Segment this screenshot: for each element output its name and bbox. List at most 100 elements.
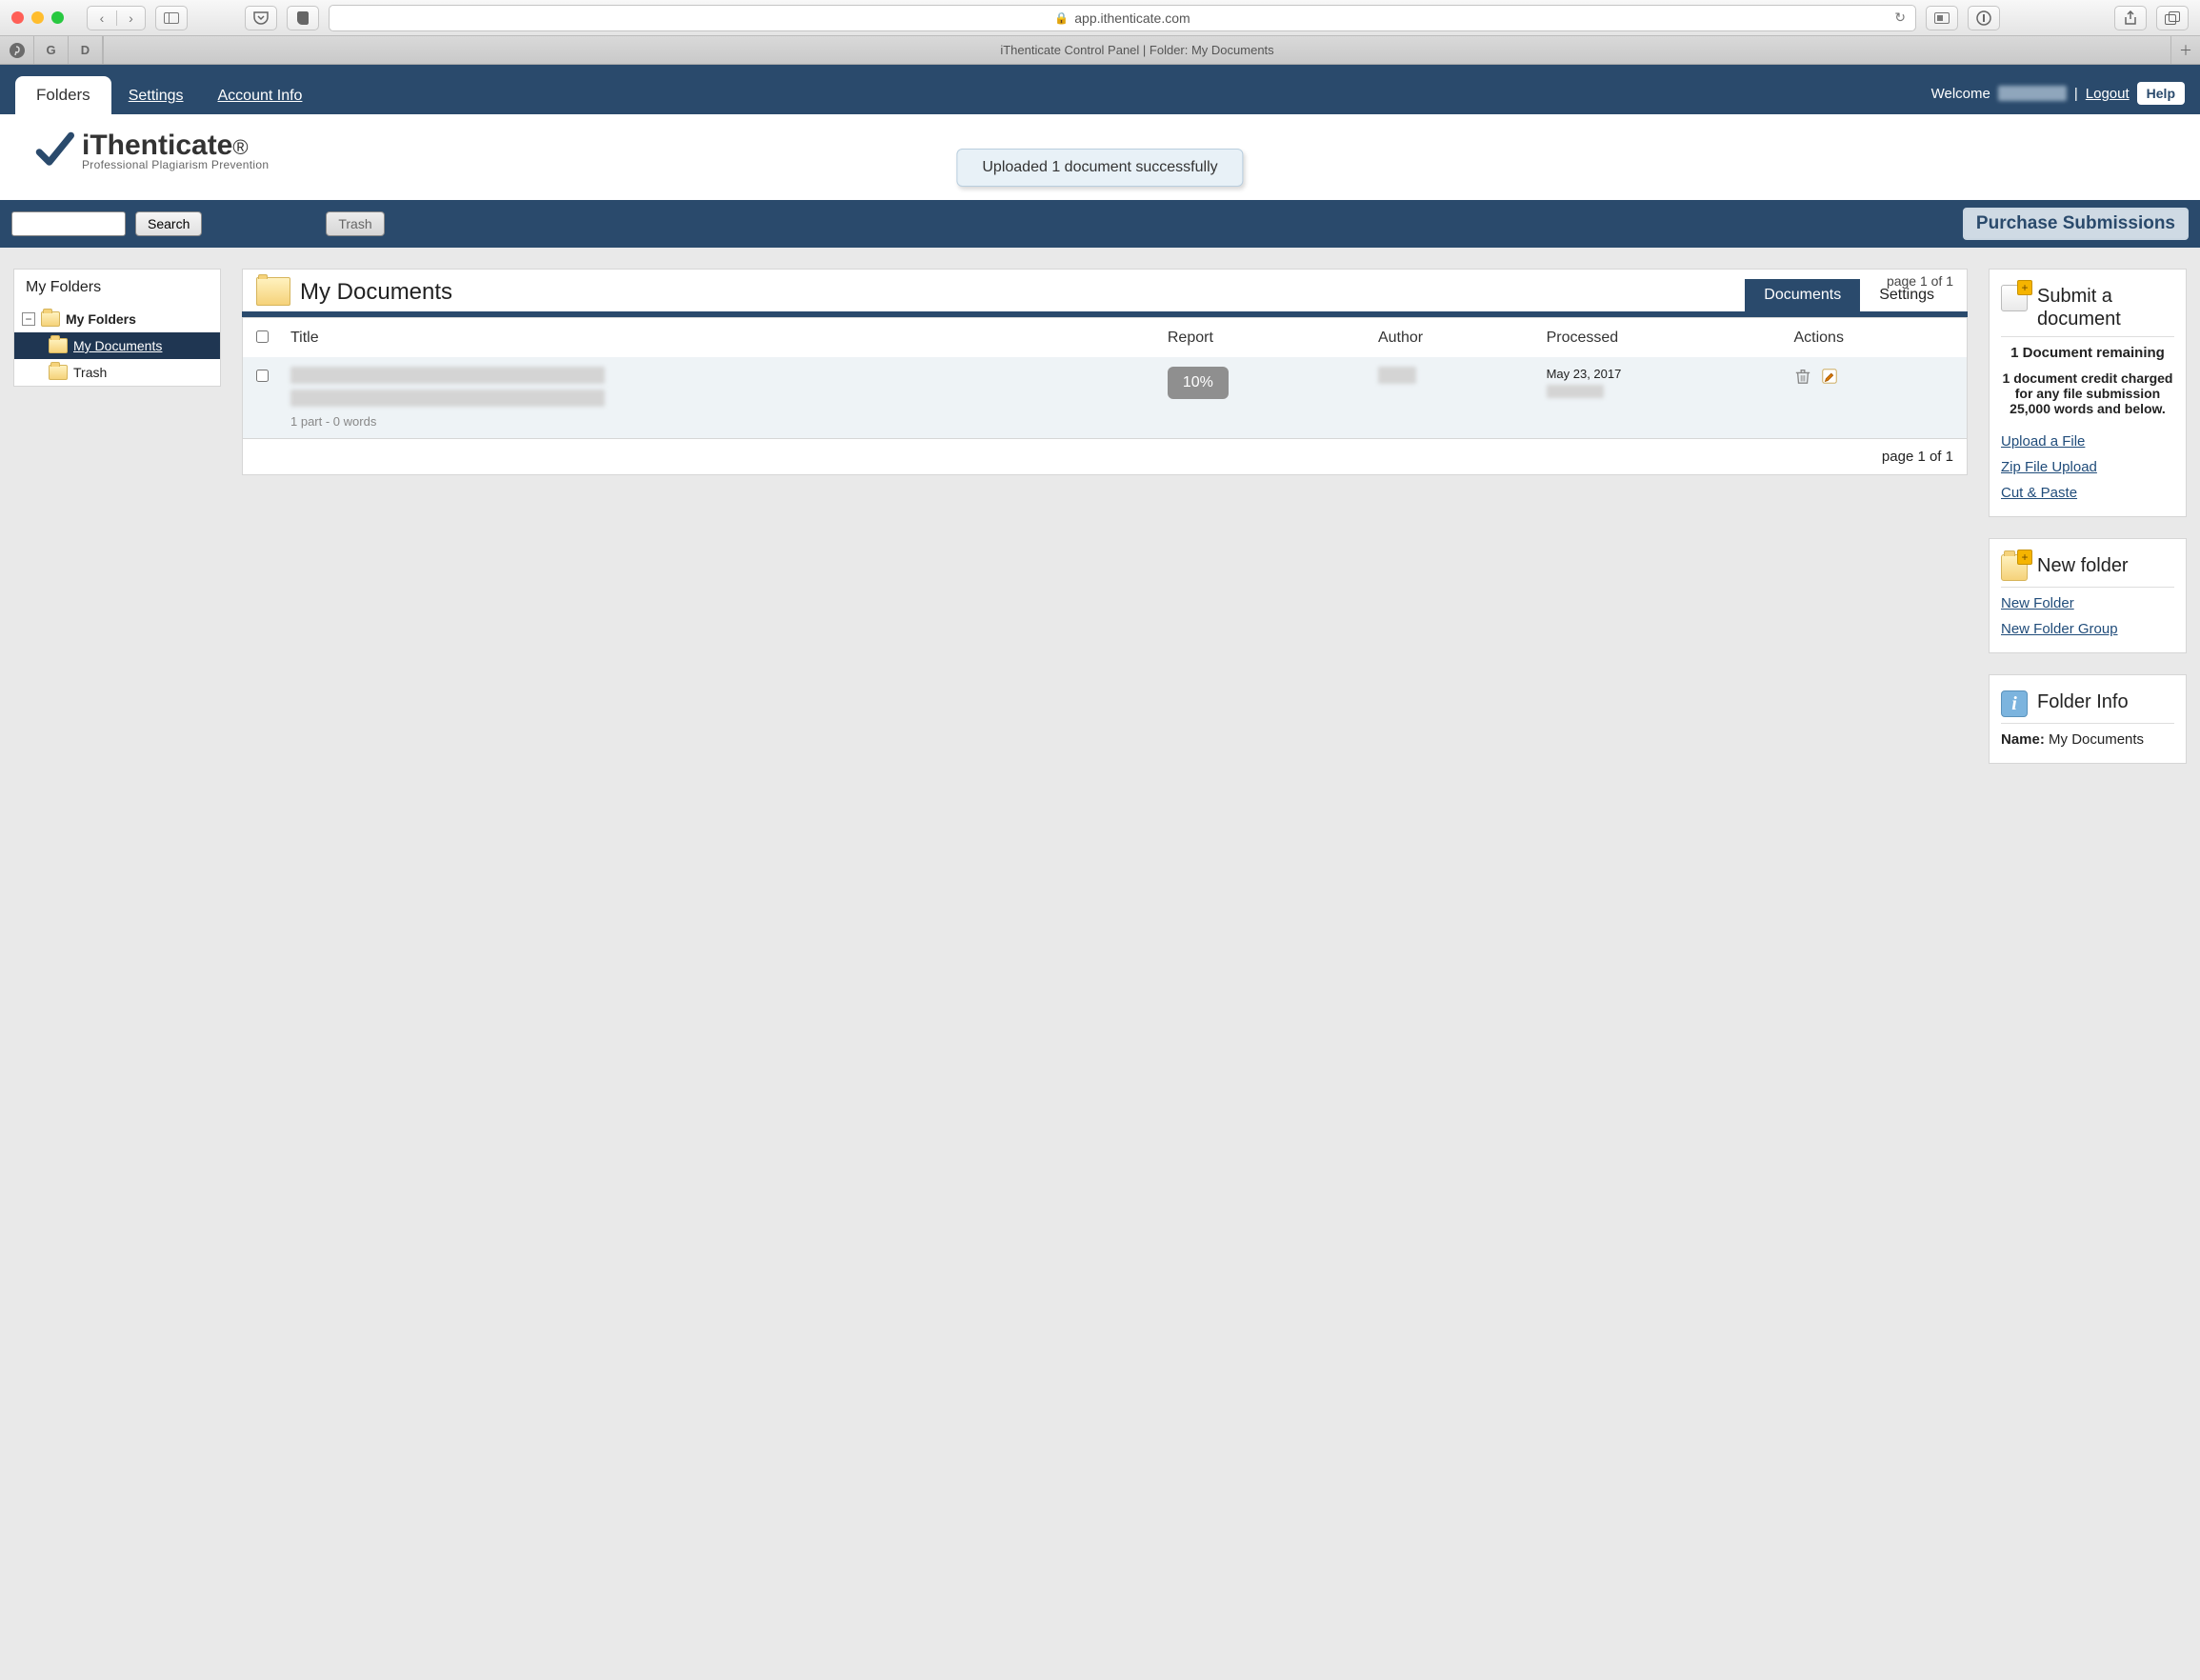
right-sidebar: Submit a document 1 Document remaining 1…	[1989, 269, 2187, 764]
folderinfo-heading: Folder Info	[2037, 690, 2174, 713]
col-actions: Actions	[1784, 318, 1967, 358]
help-label: Help	[2147, 86, 2175, 101]
brand-tagline: Professional Plagiarism Prevention	[82, 158, 269, 171]
share-icon[interactable]	[2114, 6, 2147, 30]
tab-folders-label: Folders	[36, 86, 90, 104]
col-author[interactable]: Author	[1369, 318, 1537, 358]
help-button[interactable]: Help	[2137, 82, 2185, 105]
page-indicator-top: page 1 of 1	[1887, 273, 1953, 289]
page-indicator-bottom: page 1 of 1	[242, 439, 1968, 475]
search-input[interactable]	[11, 211, 126, 236]
documents-header: My Documents page 1 of 1 Documents Setti…	[242, 269, 1968, 311]
folder-icon	[256, 277, 290, 306]
documents-title: My Documents	[300, 279, 452, 306]
minimize-window-icon[interactable]	[31, 11, 44, 24]
sidebar-toggle-icon[interactable]	[155, 6, 188, 30]
content-area: My Folders − My Folders My Documents Tra…	[0, 248, 2200, 1680]
tab-account-info[interactable]: Account Info	[201, 78, 320, 114]
table-row: 1 part - 0 words 10% May 23, 2017	[243, 357, 1968, 439]
pinned-tab-g[interactable]: G	[34, 36, 69, 64]
purchase-submissions-button[interactable]: Purchase Submissions	[1963, 208, 2189, 240]
new-folder-label: New Folder	[2001, 595, 2074, 611]
cut-paste-link[interactable]: Cut & Paste	[2001, 485, 2174, 501]
toolbar: Search Trash Purchase Submissions	[0, 200, 2200, 248]
new-folder-group-link[interactable]: New Folder Group	[2001, 621, 2174, 637]
documents-table: Title Report Author Processed Actions 1 …	[242, 317, 1968, 439]
submit-document-card: Submit a document 1 Document remaining 1…	[1989, 269, 2187, 517]
col-processed[interactable]: Processed	[1537, 318, 1785, 358]
edit-icon[interactable]	[1820, 367, 1839, 386]
cut-paste-label: Cut & Paste	[2001, 485, 2077, 501]
new-folder-link[interactable]: New Folder	[2001, 595, 2174, 611]
folderinfo-name-label: Name:	[2001, 731, 2045, 748]
documents-remaining: 1 Document remaining	[2010, 345, 2165, 361]
new-folder-group-label: New Folder Group	[2001, 621, 2118, 637]
macos-toolbar: ‹ › 🔒 app.ithenticate.com ↻	[0, 0, 2200, 36]
report-percent-badge[interactable]: 10%	[1168, 367, 1229, 399]
folder-tree-root[interactable]: − My Folders	[14, 306, 220, 332]
new-tab-button[interactable]: ＋	[2171, 36, 2200, 64]
pinned-tab-d[interactable]: D	[69, 36, 103, 64]
forward-button[interactable]: ›	[116, 10, 145, 26]
col-report[interactable]: Report	[1158, 318, 1369, 358]
doc-tab-documents[interactable]: Documents	[1745, 279, 1860, 311]
tab-folders[interactable]: Folders	[15, 76, 111, 114]
upload-file-link[interactable]: Upload a File	[2001, 433, 2174, 450]
processed-date: May 23, 2017	[1547, 367, 1775, 381]
reload-icon[interactable]: ↻	[1894, 10, 1906, 26]
folderinfo-name-value: My Documents	[2049, 731, 2144, 748]
upload-success-toast: Uploaded 1 document successfully	[956, 149, 1243, 187]
row-checkbox[interactable]	[256, 370, 269, 382]
doc-meta: 1 part - 0 words	[290, 414, 1149, 429]
folder-icon	[41, 311, 60, 327]
search-button[interactable]: Search	[135, 211, 202, 236]
lock-icon: 🔒	[1054, 11, 1069, 25]
tabs-icon[interactable]	[2156, 6, 2189, 30]
folder-plus-icon	[2001, 554, 2028, 581]
collapse-icon[interactable]: −	[22, 312, 35, 326]
close-window-icon[interactable]	[11, 11, 24, 24]
browser-tab-active[interactable]: iThenticate Control Panel | Folder: My D…	[103, 36, 2171, 64]
folder-my-documents-label: My Documents	[73, 338, 162, 353]
nav-arrows: ‹ ›	[87, 6, 146, 30]
folder-trash-label: Trash	[73, 365, 107, 380]
trash-button[interactable]: Trash	[326, 211, 384, 236]
info-icon: i	[2001, 690, 2028, 717]
author-redacted	[1378, 367, 1416, 384]
folder-my-documents[interactable]: My Documents	[14, 332, 220, 359]
doc-tab-documents-label: Documents	[1764, 287, 1841, 303]
tab-title: iThenticate Control Panel | Folder: My D…	[1000, 43, 1273, 57]
submit-detail: 1 document credit charged for any file s…	[2001, 370, 2174, 416]
logout-link[interactable]: Logout	[2086, 86, 2130, 102]
url-host: app.ithenticate.com	[1074, 10, 1190, 26]
select-all-checkbox[interactable]	[256, 330, 269, 343]
zip-upload-link[interactable]: Zip File Upload	[2001, 459, 2174, 475]
folder-trash[interactable]: Trash	[14, 359, 220, 386]
tab-account-info-label: Account Info	[218, 88, 303, 104]
pocket-extension-icon[interactable]	[245, 6, 277, 30]
evernote-extension-icon[interactable]	[287, 6, 319, 30]
folders-heading: My Folders	[14, 270, 220, 306]
folders-panel: My Folders − My Folders My Documents Tra…	[13, 269, 221, 387]
browser-tab-bar: G D iThenticate Control Panel | Folder: …	[0, 36, 2200, 65]
processed-time-redacted	[1547, 385, 1604, 398]
back-button[interactable]: ‹	[88, 10, 116, 26]
documents-panel: My Documents page 1 of 1 Documents Setti…	[242, 269, 1968, 475]
address-bar[interactable]: 🔒 app.ithenticate.com ↻	[329, 5, 1916, 31]
onepassword-extension-icon[interactable]	[1968, 6, 2000, 30]
trash-button-label: Trash	[338, 216, 371, 231]
zoom-window-icon[interactable]	[51, 11, 64, 24]
welcome-text: Welcome	[1931, 86, 1990, 102]
tab-settings[interactable]: Settings	[111, 78, 201, 114]
delete-icon[interactable]	[1793, 367, 1812, 386]
checkmark-icon	[34, 130, 74, 170]
app-navbar: Folders Settings Account Info Welcome | …	[0, 65, 2200, 114]
doc-title-redacted[interactable]	[290, 367, 605, 384]
folder-info-card: i Folder Info Name: My Documents	[1989, 674, 2187, 764]
newfolder-heading: New folder	[2037, 554, 2174, 577]
document-plus-icon	[2001, 285, 2028, 311]
pinned-tab-pinterest[interactable]	[0, 36, 34, 64]
brand-name: iThenticate	[82, 130, 232, 161]
reader-icon[interactable]	[1926, 6, 1958, 30]
col-title[interactable]: Title	[281, 318, 1158, 358]
